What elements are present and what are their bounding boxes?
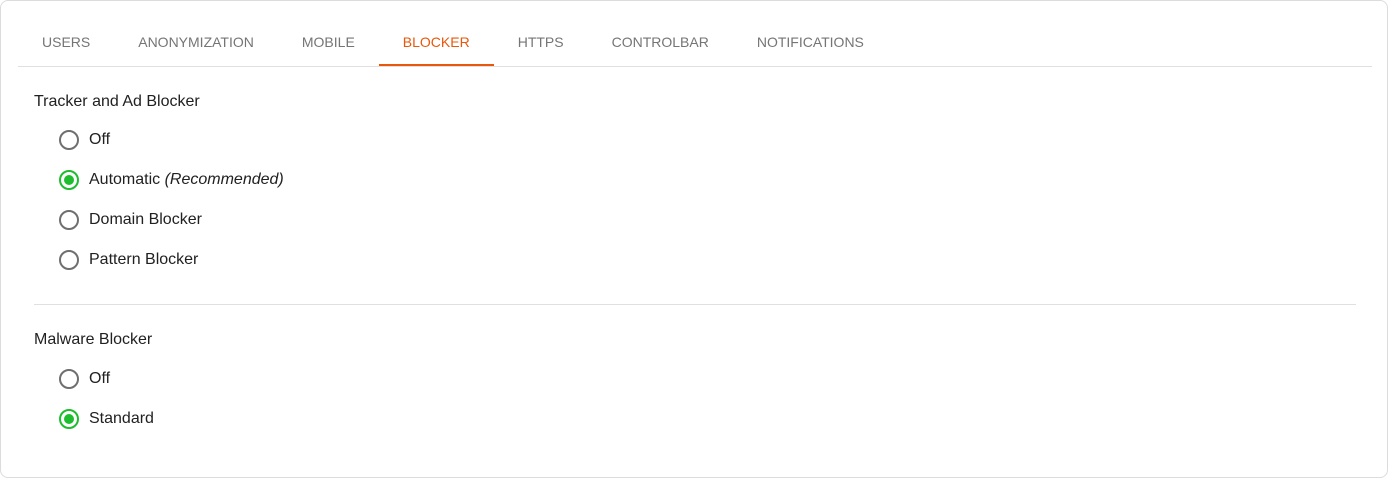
radio-label: Off (89, 370, 111, 387)
radio-icon[interactable] (59, 369, 79, 389)
tab-anonymization[interactable]: ANONYMIZATION (114, 21, 278, 66)
tracker-radio-pattern-blocker[interactable]: Pattern Blocker (59, 250, 198, 270)
malware-section-title: Malware Blocker (34, 331, 153, 348)
radio-selected-icon[interactable] (59, 409, 79, 429)
radio-label: Pattern Blocker (89, 251, 199, 268)
radio-icon[interactable] (59, 250, 79, 270)
tracker-radio-domain-blocker[interactable]: Domain Blocker (59, 210, 202, 230)
radio-icon[interactable] (59, 210, 79, 230)
tab-mobile[interactable]: MOBILE (278, 21, 379, 66)
tracker-section-title: Tracker and Ad Blocker (34, 93, 200, 110)
tab-controlbar[interactable]: CONTROLBAR (588, 21, 733, 66)
radio-label: Off (89, 131, 111, 148)
radio-icon[interactable] (59, 130, 79, 150)
malware-radio-standard[interactable]: Standard (59, 409, 154, 429)
tab-users[interactable]: USERS (18, 21, 114, 66)
malware-radio-off[interactable]: Off (59, 369, 110, 389)
radio-label: Domain Blocker (89, 211, 202, 228)
radio-label-wrap: Automatic (Recommended) (89, 171, 284, 189)
tracker-radio-automatic[interactable]: Automatic (Recommended) (59, 170, 284, 190)
tab-notifications[interactable]: NOTIFICATIONS (733, 21, 888, 66)
radio-label: Automatic (89, 171, 161, 188)
recommended-note: (Recommended) (164, 171, 284, 188)
tab-blocker[interactable]: BLOCKER (378, 21, 494, 66)
settings-card: USERS ANONYMIZATION MOBILE BLOCKER HTTPS… (0, 0, 1388, 478)
radio-label: Standard (89, 410, 154, 427)
section-divider (34, 304, 1356, 305)
radio-selected-icon[interactable] (59, 170, 79, 190)
tab-bar: USERS ANONYMIZATION MOBILE BLOCKER HTTPS… (18, 21, 1372, 67)
tab-https[interactable]: HTTPS (494, 21, 588, 66)
tracker-radio-off[interactable]: Off (59, 130, 110, 150)
